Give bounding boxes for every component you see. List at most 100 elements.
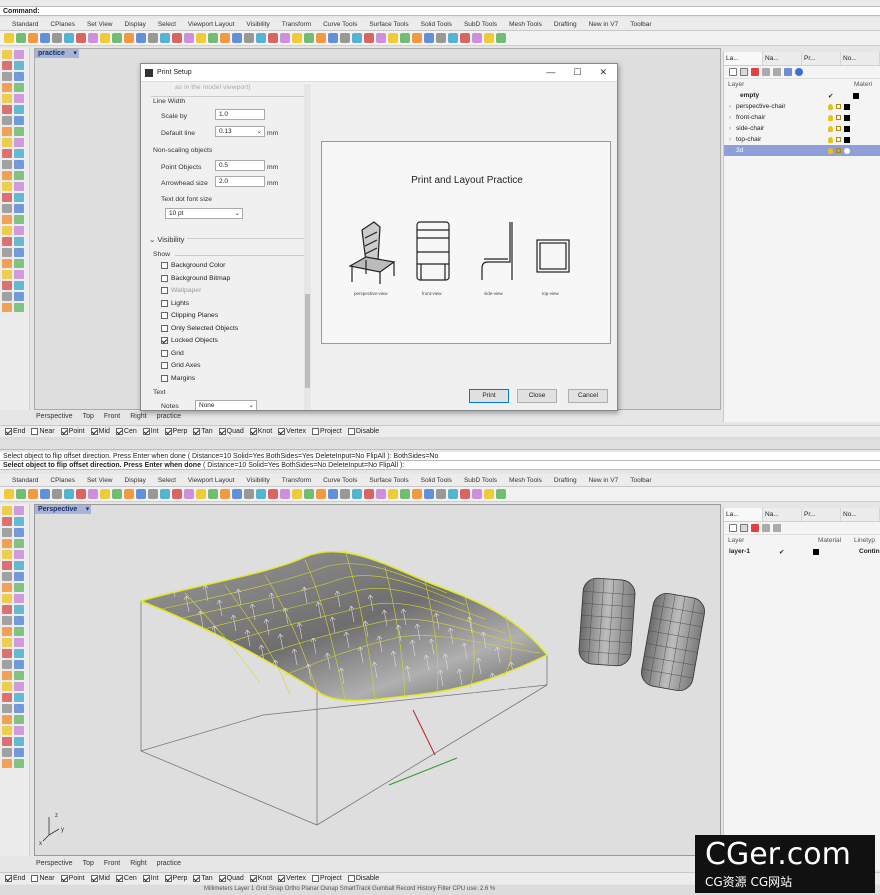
visibility-checkbox[interactable] [161, 299, 168, 307]
osnap-option[interactable]: Near [31, 428, 55, 435]
toolbar-tool-icon[interactable] [268, 33, 278, 43]
visibility-checkbox[interactable] [161, 262, 168, 269]
osnap-checkbox[interactable] [218, 875, 226, 882]
modeling-tool-icon[interactable] [14, 259, 24, 268]
modeling-tool-icon[interactable] [14, 303, 24, 312]
modeling-tool-icon[interactable] [14, 116, 24, 125]
modeling-tool-icon[interactable] [2, 726, 12, 735]
modeling-tool-icon[interactable] [2, 160, 12, 169]
toolbar-tool-icon[interactable] [304, 33, 314, 43]
toolbar-tool-icon[interactable] [124, 33, 134, 43]
chevron-right-icon[interactable]: › [729, 147, 736, 154]
toolbar-tool-icon[interactable] [268, 489, 278, 499]
modeling-tool-icon[interactable] [14, 127, 24, 136]
toolbar-tab[interactable]: Viewport Layout [182, 21, 241, 28]
maximize-icon[interactable]: ☐ [573, 67, 581, 78]
modeling-tool-icon[interactable] [2, 528, 12, 537]
dialog-titlebar[interactable]: Print Setup — ☐ ✕ [141, 64, 617, 82]
osnap-option[interactable]: Project [312, 875, 342, 882]
panel-tab[interactable]: Pr... [802, 52, 841, 65]
lightbulb-icon[interactable] [828, 114, 833, 121]
osnap-checkbox[interactable] [249, 875, 257, 882]
chevron-down-icon[interactable]: ▾ [73, 49, 77, 58]
modeling-tool-icon[interactable] [14, 737, 24, 746]
close-icon[interactable]: ✕ [599, 67, 607, 78]
modeling-tool-icon[interactable] [2, 506, 12, 515]
modeling-tool-icon[interactable] [2, 270, 12, 279]
modeling-tool-icon[interactable] [2, 517, 12, 526]
toolbar-tool-icon[interactable] [364, 489, 374, 499]
panel-tab[interactable]: No... [841, 52, 880, 65]
osnap-option[interactable]: Disable [347, 875, 379, 882]
modeling-tool-icon[interactable] [2, 572, 12, 581]
viewport-label[interactable]: practice ▾ [35, 49, 79, 58]
toolbar-tab[interactable]: Transform [276, 477, 317, 484]
layer-color-swatch[interactable] [844, 114, 850, 121]
modeling-tool-icon[interactable] [14, 550, 24, 559]
toolbar-tool-icon[interactable] [88, 33, 98, 43]
modeling-tool-icon[interactable] [14, 248, 24, 257]
toolbar-tool-icon[interactable] [208, 33, 218, 43]
modeling-tool-icon[interactable] [14, 50, 24, 59]
osnap-option[interactable]: Vertex [278, 428, 306, 435]
visibility-option[interactable]: Background Bitmap [161, 274, 230, 282]
visibility-option[interactable]: Background Color [161, 262, 225, 269]
toolbar-tool-icon[interactable] [232, 489, 242, 499]
modeling-tool-icon[interactable] [2, 605, 12, 614]
osnap-option[interactable]: Quad [218, 428, 244, 435]
toolbar-tab[interactable]: Toolbar [624, 477, 657, 484]
modeling-tool-icon[interactable] [14, 61, 24, 70]
toolbar-tool-icon[interactable] [256, 33, 266, 43]
osnap-checkbox[interactable] [164, 428, 172, 435]
toolbar-tool-icon[interactable] [112, 33, 122, 43]
modeling-tool-icon[interactable] [14, 649, 24, 658]
modeling-tool-icon[interactable] [14, 193, 24, 202]
scrollbar-thumb[interactable] [305, 294, 310, 388]
toolbar-tool-icon[interactable] [52, 489, 62, 499]
toolbar-tab[interactable]: Toolbar [624, 21, 657, 28]
modeling-tool-icon[interactable] [2, 138, 12, 147]
toolbar-tab[interactable]: Set View [81, 21, 119, 28]
layers-panel[interactable]: La... Na... Pr... No... Layer Materi empty ✔… [723, 52, 880, 422]
toolbar-tool-icon[interactable] [340, 33, 350, 43]
toolbar-tab[interactable]: Display [119, 477, 152, 484]
chevron-right-icon[interactable]: › [729, 103, 736, 110]
modeling-tool-icon[interactable] [14, 671, 24, 680]
modeling-tool-icon[interactable] [2, 61, 12, 70]
viewport-tab[interactable]: Right [130, 413, 146, 420]
toolbar-tab[interactable]: Visibility [240, 21, 275, 28]
osnap-checkbox[interactable] [31, 428, 39, 435]
modeling-tool-icon[interactable] [2, 550, 12, 559]
toolbar-tool-icon[interactable] [376, 489, 386, 499]
toolbar-tool-icon[interactable] [448, 33, 458, 43]
modeling-tool-icon[interactable] [14, 138, 24, 147]
command-prompt[interactable]: Select object to flip offset direction. … [0, 461, 880, 470]
osnap-checkbox[interactable] [278, 428, 286, 435]
toolbar-tool-icon[interactable] [460, 489, 470, 499]
osnap-checkbox[interactable] [90, 428, 98, 435]
toolbar-tabs[interactable]: Standard CPlanes Set View Display Select View… [0, 474, 880, 487]
viewport-tabs[interactable]: Perspective Top Front Right practice [36, 411, 181, 421]
perspective-viewport[interactable]: Perspective ▾ z y x [34, 504, 721, 856]
osnap-option[interactable]: Perp [164, 428, 187, 435]
toolbar-tool-icon[interactable] [16, 489, 26, 499]
osnap-option[interactable]: Project [312, 428, 342, 435]
layer-toolbar[interactable] [724, 66, 880, 79]
osnap-checkbox[interactable] [115, 428, 123, 435]
toolbar-tab[interactable]: CPlanes [44, 21, 81, 28]
toolbar-tab[interactable]: SubD Tools [458, 21, 503, 28]
viewport-tab[interactable]: Top [83, 413, 94, 420]
toolbar-tool-icon[interactable] [472, 489, 482, 499]
visibility-option[interactable]: Wallpaper [161, 287, 201, 294]
osnap-option[interactable]: Quad [218, 875, 244, 882]
cancel-button[interactable]: Cancel [568, 389, 608, 403]
new-sublayer-icon[interactable] [740, 524, 748, 532]
modeling-tool-icon[interactable] [2, 237, 12, 246]
osnap-checkbox[interactable] [5, 428, 12, 435]
modeling-tool-icon[interactable] [2, 759, 12, 768]
toolbar-tab[interactable]: New in V7 [583, 477, 625, 484]
toolbar-tab[interactable]: Mesh Tools [503, 477, 548, 484]
modeling-tool-icon[interactable] [2, 127, 12, 136]
modeling-tool-icon[interactable] [14, 605, 24, 614]
modeling-tool-icon[interactable] [14, 715, 24, 724]
